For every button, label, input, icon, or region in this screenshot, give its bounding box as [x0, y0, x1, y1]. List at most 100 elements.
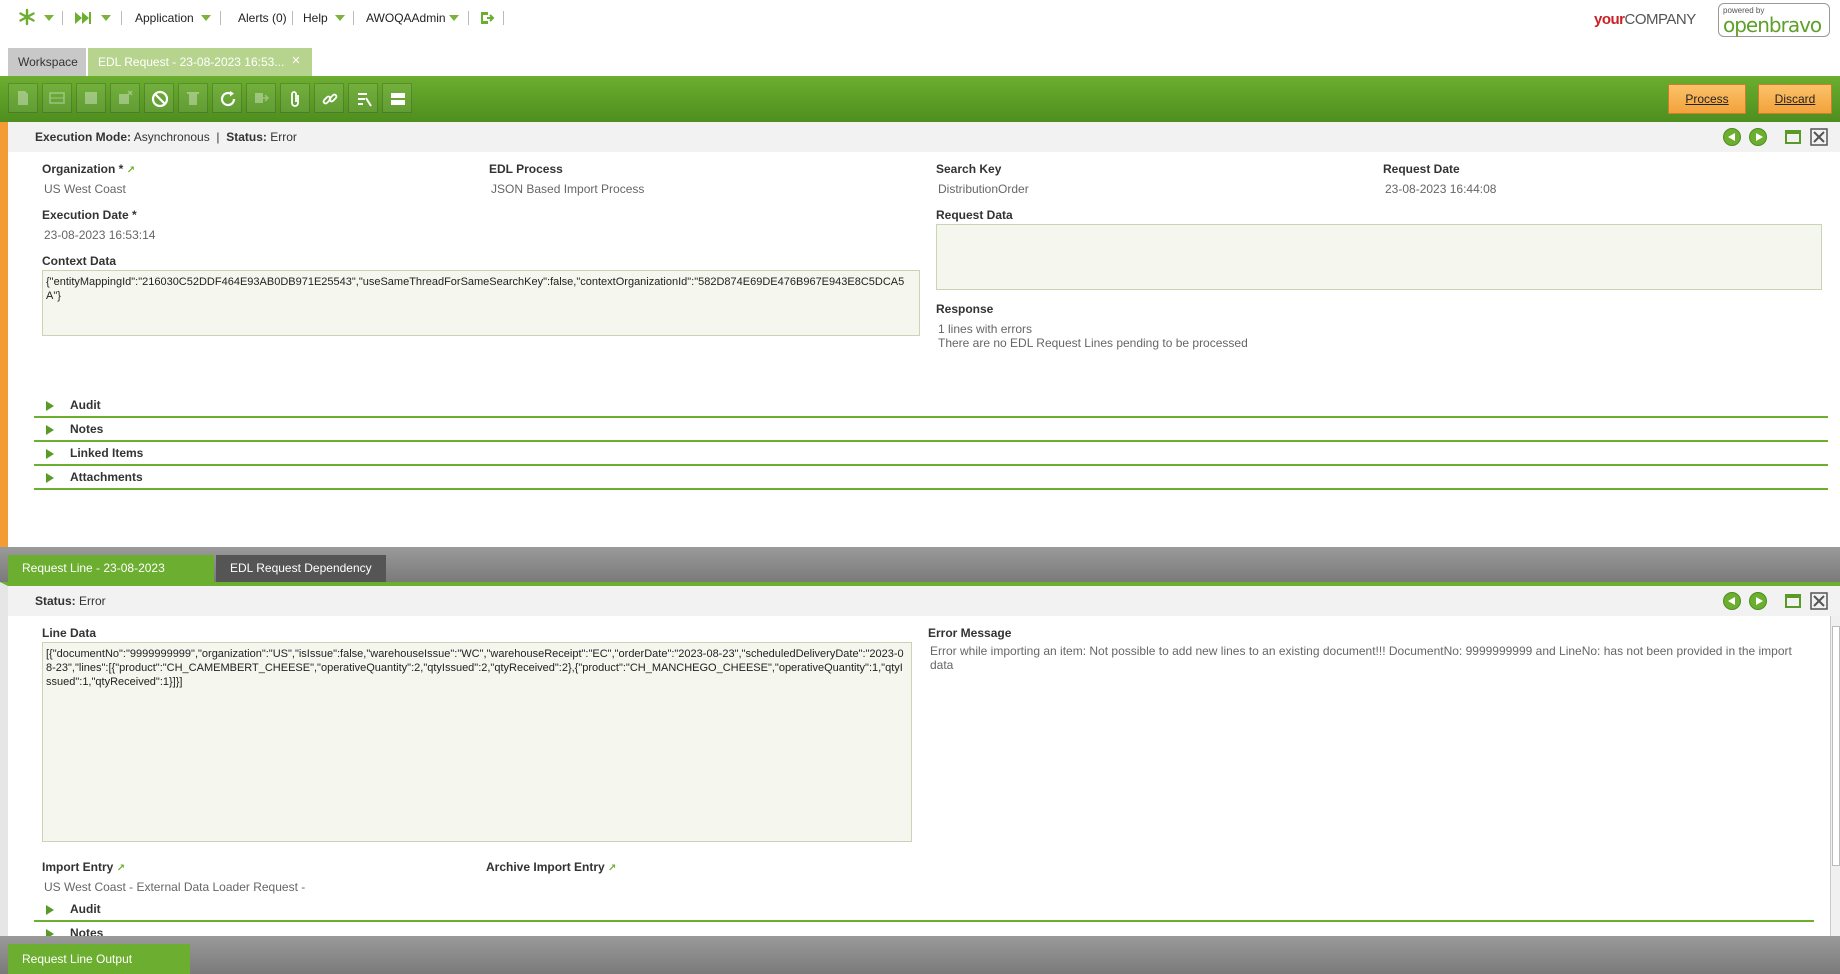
help-menu[interactable]: Help: [303, 11, 328, 25]
nav-separator: [220, 11, 221, 25]
scrollbar-thumb[interactable]: [1832, 626, 1840, 866]
tab-edl-request-dependency[interactable]: EDL Request Dependency: [216, 555, 386, 582]
status-value: Error: [270, 130, 297, 144]
status-bar: Execution Mode: Asynchronous | Status: E…: [8, 122, 1840, 152]
help-chevron-down-icon[interactable]: [335, 15, 345, 21]
execution-date-value[interactable]: 23-08-2023 16:53:14: [44, 228, 155, 242]
context-data-textarea[interactable]: {"entityMappingId":"216030C52DDF464E93AB…: [42, 270, 920, 336]
tab-request-line-output-content[interactable]: Request Line Output Content: [8, 944, 190, 974]
line-status-value: Error: [79, 594, 106, 608]
attachment-button[interactable]: [280, 83, 310, 113]
organization-label: Organization * ↗: [42, 162, 136, 176]
tab-workspace[interactable]: Workspace: [8, 48, 86, 76]
link-arrow-icon[interactable]: ↗: [608, 863, 616, 874]
user-chevron-down-icon[interactable]: [449, 15, 459, 21]
form-layout-button[interactable]: [382, 83, 412, 113]
openbravo-logo: powered by openbravo: [1718, 3, 1830, 37]
next-record-icon[interactable]: [1749, 128, 1767, 146]
undo-button[interactable]: [144, 83, 174, 113]
request-date-label: Request Date: [1383, 162, 1460, 176]
response-line-1: 1 lines with errors: [938, 322, 1033, 336]
expand-arrow-icon: [46, 473, 54, 483]
nav-separator: [353, 11, 354, 25]
edl-process-label: EDL Process: [489, 162, 563, 176]
new-document-button[interactable]: [8, 83, 38, 113]
discard-button[interactable]: Discard: [1758, 84, 1832, 114]
edl-process-value[interactable]: JSON Based Import Process: [491, 182, 644, 196]
save-close-button[interactable]: [110, 83, 140, 113]
delete-button[interactable]: [178, 83, 208, 113]
expand-arrow-icon: [46, 449, 54, 459]
request-data-textarea[interactable]: [936, 224, 1822, 290]
nav-separator: [121, 11, 122, 25]
nav-separator: [292, 11, 293, 25]
organization-value[interactable]: US West Coast: [44, 182, 126, 196]
request-data-label: Request Data: [936, 208, 1013, 222]
expand-arrow-icon: [46, 401, 54, 411]
nav-separator: [503, 11, 504, 25]
search-key-label: Search Key: [936, 162, 1002, 176]
line-data-textarea[interactable]: [{"documentNo":"9999999999","organizatio…: [42, 642, 912, 842]
application-chevron-down-icon[interactable]: [201, 15, 211, 21]
close-icon[interactable]: ✕: [290, 56, 302, 68]
header-form: Execution Mode: Asynchronous | Status: E…: [0, 122, 1840, 547]
previous-line-icon[interactable]: [1723, 592, 1741, 610]
application-menu[interactable]: Application: [135, 11, 194, 25]
refresh-button[interactable]: [212, 83, 242, 113]
process-button[interactable]: Process: [1668, 84, 1746, 114]
new-row-button[interactable]: [42, 83, 72, 113]
close-form-icon[interactable]: [1810, 128, 1828, 146]
archive-import-entry-label: Archive Import Entry ↗: [486, 860, 617, 874]
logout-icon[interactable]: [479, 10, 495, 29]
next-line-icon[interactable]: [1749, 592, 1767, 610]
user-menu[interactable]: AWOQAAdmin: [366, 11, 446, 25]
maximize-line-icon[interactable]: [1784, 592, 1802, 610]
previous-record-icon[interactable]: [1723, 128, 1741, 146]
line-data-label: Line Data: [42, 626, 97, 640]
execution-mode-value: Asynchronous: [133, 130, 210, 144]
line-status-bar: Status: Error: [8, 586, 1840, 616]
expand-arrow-icon: [46, 905, 54, 915]
export-button[interactable]: [246, 83, 276, 113]
nav-separator: [468, 11, 469, 25]
expand-arrow-icon: [46, 425, 54, 435]
section-linked-items[interactable]: Linked Items: [34, 442, 1828, 466]
line-section-audit[interactable]: Audit: [34, 898, 1814, 922]
alerts-link[interactable]: Alerts (0): [238, 11, 287, 25]
section-audit[interactable]: Audit: [34, 394, 1828, 418]
child-tab-strip: Request Line - 23-08-2023 16:5... EDL Re…: [0, 547, 1840, 602]
link-arrow-icon[interactable]: ↗: [117, 863, 125, 874]
link-button[interactable]: [314, 83, 344, 113]
link-arrow-icon[interactable]: ↗: [127, 165, 135, 176]
save-button[interactable]: [76, 83, 106, 113]
top-navigation: Application Alerts (0) Help AWOQAAdmin y…: [0, 0, 1840, 40]
section-attachments[interactable]: Attachments: [34, 466, 1828, 490]
nav-separator: [62, 11, 63, 25]
child-tab-strip-bottom: Request Line Output Content: [0, 936, 1840, 974]
tab-request-line[interactable]: Request Line - 23-08-2023 16:5...: [8, 555, 214, 602]
execution-date-label: Execution Date *: [42, 208, 137, 222]
response-line-2: There are no EDL Request Lines pending t…: [938, 336, 1248, 350]
search-key-value[interactable]: DistributionOrder: [938, 182, 1029, 196]
response-label: Response: [936, 302, 994, 316]
audit-trail-button[interactable]: [348, 83, 378, 113]
fast-forward-icon[interactable]: [74, 10, 92, 29]
toolbar: Process Discard: [0, 76, 1840, 122]
error-message-value: Error while importing an item: Not possi…: [930, 644, 1792, 672]
tab-edl-request[interactable]: EDL Request - 23-08-2023 16:53... ✕: [88, 48, 312, 76]
request-date-value[interactable]: 23-08-2023 16:44:08: [1385, 182, 1496, 196]
error-message-label: Error Message: [928, 626, 1012, 640]
company-logo: yourCOMPANY: [1594, 11, 1696, 28]
context-data-label: Context Data: [42, 254, 117, 268]
quick-launch-chevron-down-icon[interactable]: [44, 15, 54, 21]
main-tab-strip: Workspace EDL Request - 23-08-2023 16:53…: [0, 48, 1840, 76]
maximize-icon[interactable]: [1784, 128, 1802, 146]
fast-forward-chevron-down-icon[interactable]: [101, 15, 111, 21]
quick-launch-icon[interactable]: [18, 8, 36, 29]
request-line-form: Status: Error Line Data [{"documentNo":"…: [0, 582, 1840, 940]
import-entry-value[interactable]: US West Coast - External Data Loader Req…: [44, 880, 305, 894]
import-entry-label: Import Entry ↗: [42, 860, 126, 874]
close-line-form-icon[interactable]: [1810, 592, 1828, 610]
section-notes[interactable]: Notes: [34, 418, 1828, 442]
vertical-scrollbar[interactable]: [1830, 616, 1840, 936]
